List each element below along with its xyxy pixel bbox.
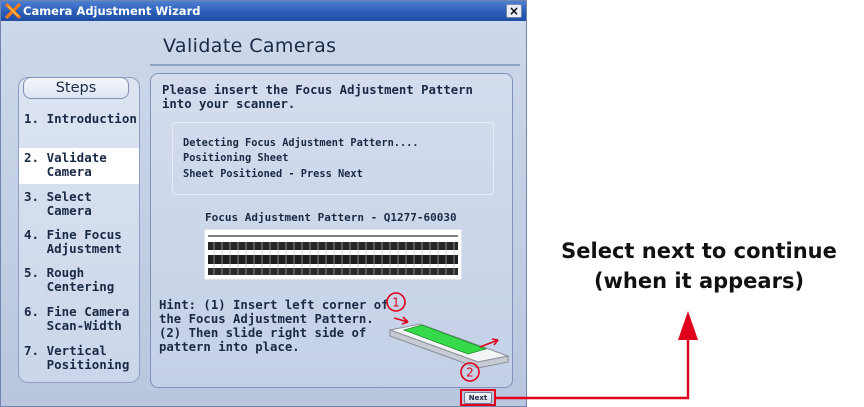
callout-line-2: (when it appears) <box>593 269 805 293</box>
annotation-callout: Select next to continue (when it appears… <box>538 236 860 296</box>
callout-line-1: Select next to continue <box>561 239 837 263</box>
annotation-arrow <box>496 311 698 400</box>
